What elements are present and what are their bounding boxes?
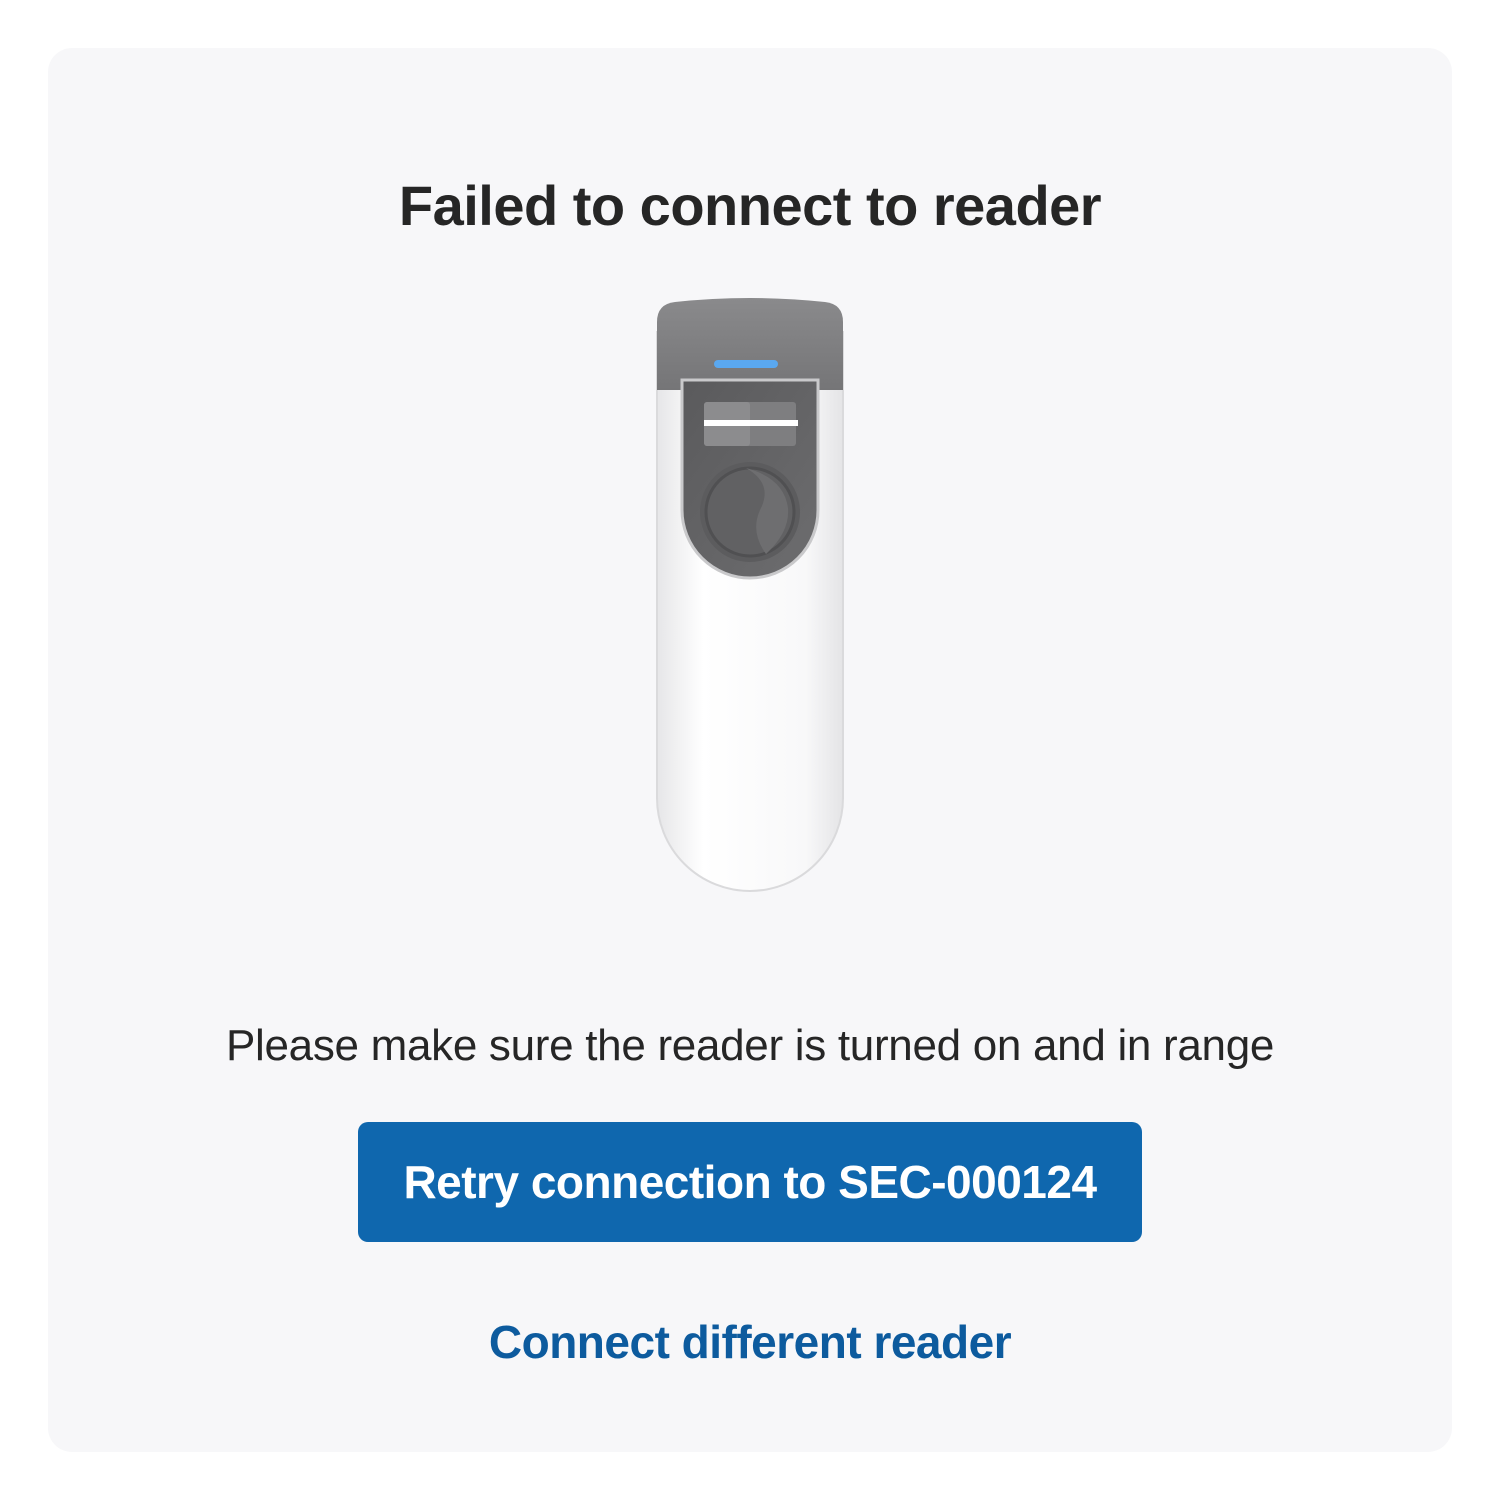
status-light-icon <box>714 360 778 368</box>
retry-connection-button[interactable]: Retry connection to SEC-000124 <box>358 1122 1142 1242</box>
connect-different-reader-link[interactable]: Connect different reader <box>0 1310 1500 1374</box>
card-reader-icon <box>656 298 844 892</box>
instruction-message: Please make sure the reader is turned on… <box>225 1021 1275 1070</box>
dialog-title: Failed to connect to reader <box>398 174 1102 237</box>
